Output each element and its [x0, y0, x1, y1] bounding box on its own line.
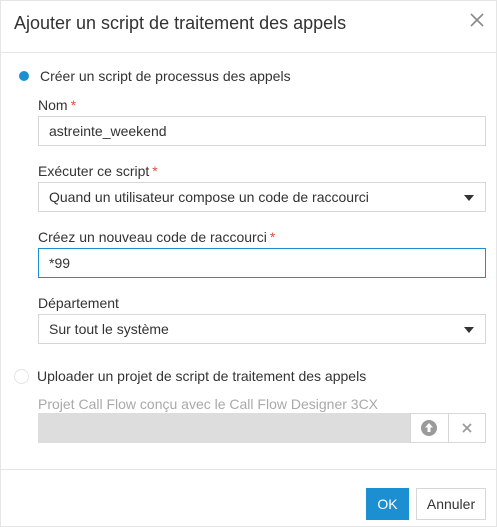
close-icon[interactable]	[468, 11, 486, 29]
clear-icon	[462, 423, 472, 433]
shortcut-code-input[interactable]	[38, 248, 486, 278]
execute-label-text: Exécuter ce script	[38, 163, 150, 179]
name-label-text: Nom	[38, 97, 68, 113]
chevron-down-icon[interactable]	[464, 195, 474, 201]
department-select[interactable]: Sur tout le système	[38, 314, 486, 344]
footer-divider	[1, 469, 496, 470]
radio-create-script[interactable]: Créer un script de processus des appels	[19, 68, 291, 84]
radio-selected-indicator[interactable]	[19, 71, 29, 81]
department-label: Département	[38, 295, 119, 311]
ok-button[interactable]: OK	[366, 488, 409, 520]
add-call-script-dialog: Ajouter un script de traitement des appe…	[0, 0, 497, 527]
radio-create-script-label: Créer un script de processus des appels	[40, 68, 291, 84]
upload-file-field	[38, 413, 486, 443]
required-mark: *	[152, 163, 158, 179]
cancel-button[interactable]: Annuler	[416, 488, 486, 520]
upload-button[interactable]	[411, 414, 449, 442]
required-mark: *	[70, 97, 77, 113]
execute-select-value: Quand un utilisateur compose un code de …	[49, 189, 369, 205]
shortcut-label: Créez un nouveau code de raccourci *	[38, 229, 275, 245]
dialog-header: Ajouter un script de traitement des appe…	[1, 1, 496, 53]
radio-unselected-indicator[interactable]	[14, 368, 29, 384]
department-select-value: Sur tout le système	[49, 321, 169, 337]
radio-upload-script-label: Uploader un projet de script de traiteme…	[37, 368, 367, 384]
required-mark: *	[269, 229, 276, 245]
chevron-down-icon[interactable]	[464, 327, 474, 333]
shortcut-label-text: Créez un nouveau code de raccourci	[38, 229, 267, 245]
upload-icon	[421, 420, 438, 436]
execute-label: Exécuter ce script *	[38, 163, 158, 179]
dialog-title: Ajouter un script de traitement des appe…	[14, 13, 347, 33]
radio-upload-script[interactable]: Uploader un projet de script de traiteme…	[14, 368, 367, 384]
clear-button[interactable]	[449, 414, 486, 442]
upload-actions	[410, 413, 486, 443]
upload-hint: Projet Call Flow conçu avec le Call Flow…	[38, 396, 379, 412]
name-input[interactable]	[38, 116, 486, 146]
execute-select[interactable]: Quand un utilisateur compose un code de …	[38, 182, 486, 212]
name-label: Nom *	[38, 97, 76, 113]
